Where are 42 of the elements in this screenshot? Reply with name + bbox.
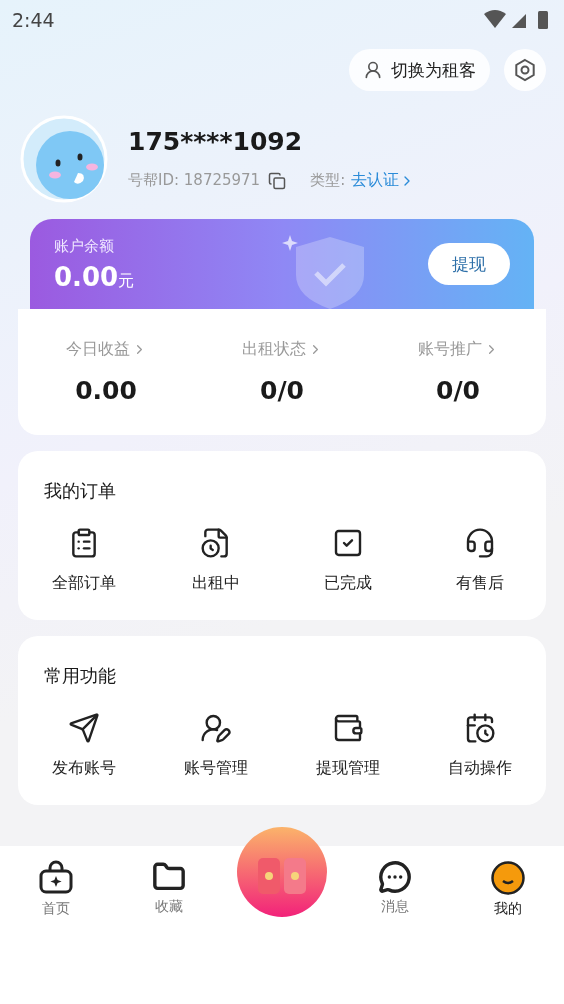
user-switch-icon	[363, 60, 383, 80]
user-pen-icon	[200, 712, 232, 744]
section-title: 我的订单	[43, 479, 117, 503]
checkbox-icon	[332, 527, 364, 559]
shortcut-item[interactable]: 提现管理	[282, 712, 414, 779]
nav-tab[interactable]: 收藏	[112, 860, 226, 916]
wifi-icon	[484, 10, 506, 28]
gift-button[interactable]	[236, 826, 328, 918]
calendar-clock-icon	[464, 712, 496, 744]
nav-tab[interactable]: 我的	[451, 860, 564, 918]
switch-role-button[interactable]: 切换为租客	[349, 49, 490, 91]
nav-tab[interactable]: 消息	[338, 860, 452, 916]
balance-amount: 0.00元	[54, 261, 135, 292]
stat-value: 0.00	[75, 376, 137, 405]
shortcut-item[interactable]: 有售后	[414, 527, 546, 594]
shortcut-item[interactable]: 出租中	[150, 527, 282, 594]
balance-label: 账户余额	[54, 236, 115, 256]
chat-icon	[377, 860, 412, 894]
withdraw-button[interactable]: 提现	[428, 243, 510, 285]
shortcut-item[interactable]: 全部订单	[18, 527, 150, 594]
headset-icon	[464, 527, 496, 559]
status-time: 2:44	[12, 9, 55, 31]
section-title: 常用功能	[43, 664, 117, 688]
shortcut-item[interactable]: 发布账号	[18, 712, 150, 779]
stat-value: 0/0	[260, 376, 304, 405]
paper-plane-icon	[68, 712, 100, 744]
wallet-icon	[332, 712, 364, 744]
shortcut-item[interactable]: 已完成	[282, 527, 414, 594]
shortcut-item[interactable]: 账号管理	[150, 712, 282, 779]
smiley-icon	[489, 860, 526, 896]
stat-value: 0/0	[436, 376, 480, 405]
type-label: 类型:	[310, 171, 346, 190]
signal-icon	[512, 14, 526, 28]
copy-icon[interactable]	[268, 171, 287, 190]
shortcut-item[interactable]: 自动操作	[414, 712, 546, 779]
bag-icon	[38, 860, 75, 896]
nav-tab[interactable]: 首页	[0, 860, 113, 918]
user-id: 号帮ID: 18725971	[128, 171, 261, 190]
settings-button[interactable]	[504, 49, 546, 91]
phone-number: 175****1092	[128, 127, 304, 156]
battery-icon	[538, 11, 548, 29]
settings-icon	[513, 58, 537, 82]
